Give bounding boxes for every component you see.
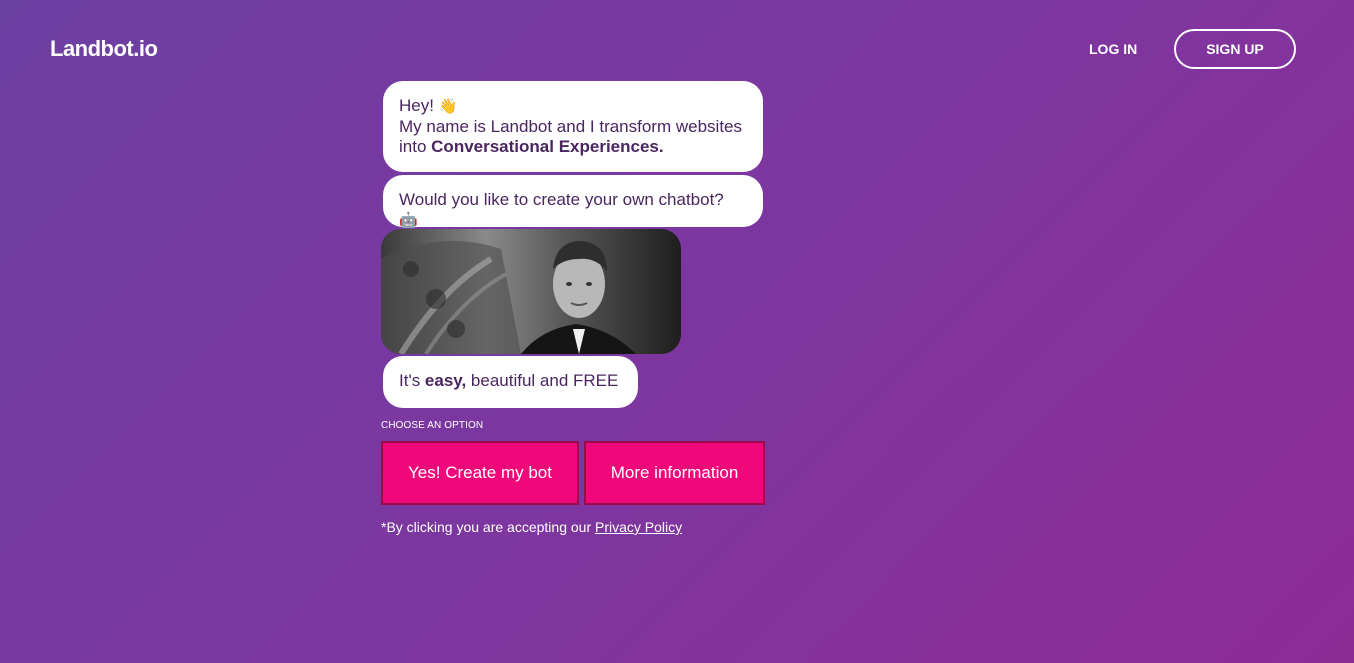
logo[interactable]: Landbot.io [50,36,158,62]
privacy-notice-text: *By clicking you are accepting our [381,519,595,535]
choose-option-label: CHOOSE AN OPTION [381,420,484,431]
intro-greeting: Hey! [399,96,434,115]
chat-gif-image [381,229,681,354]
create-bot-button[interactable]: Yes! Create my bot [381,441,579,505]
signup-button[interactable]: SIGN UP [1174,29,1296,69]
easy-suffix: beautiful and FREE [466,371,619,390]
chat-bubble-easy: It's easy, beautiful and FREE [383,356,638,408]
privacy-notice: *By clicking you are accepting our Priva… [381,519,682,535]
robot-icon: 🤖 [399,212,418,229]
chat-bubble-intro: Hey! 👋 My name is Landbot and I transfor… [383,81,763,172]
more-information-button[interactable]: More information [584,441,765,505]
login-link[interactable]: LOG IN [1089,41,1137,57]
intro-bold: Conversational Experiences. [431,137,664,156]
privacy-policy-link[interactable]: Privacy Policy [595,519,682,535]
chat-bubble-question: Would you like to create your own chatbo… [383,175,763,229]
gif-illustration [381,229,681,354]
easy-bold: easy, [424,371,467,390]
waving-hand-icon: 👋 [438,98,458,115]
question-text: Would you like to create your own chatbo… [399,190,724,209]
easy-prefix: It's [399,371,425,390]
